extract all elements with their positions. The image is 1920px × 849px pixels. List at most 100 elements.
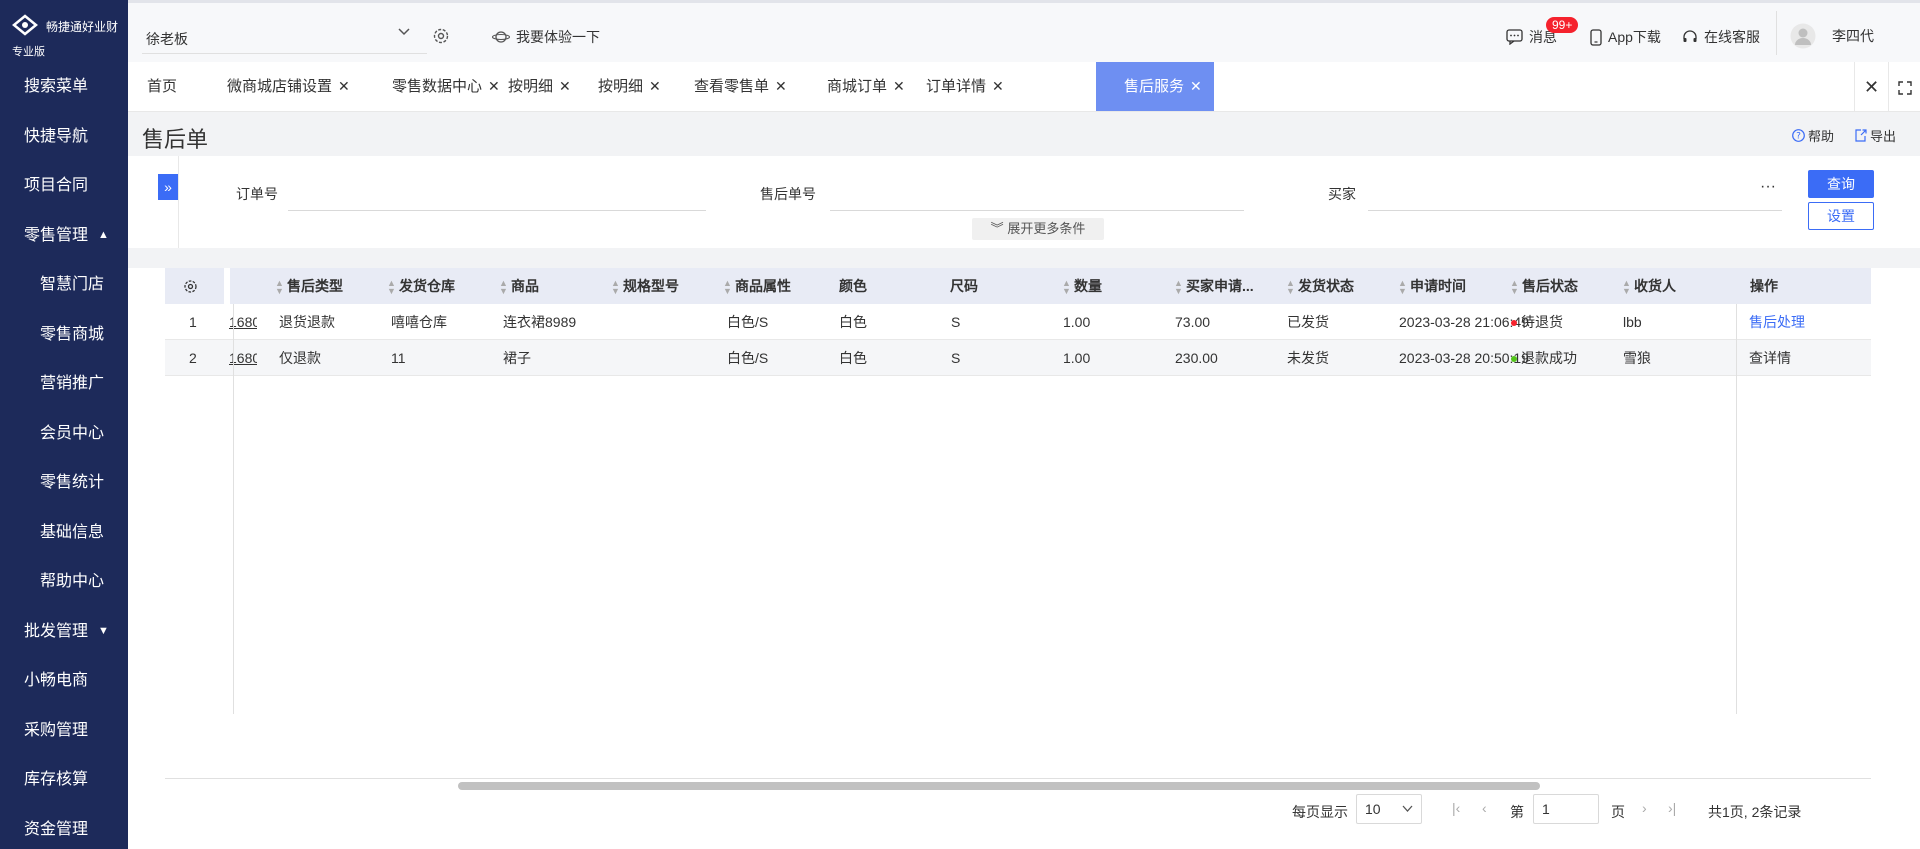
sidebar-item-3[interactable]: 零售管理 ▲: [0, 211, 128, 261]
cell-idx: 2: [189, 350, 197, 366]
tab-5[interactable]: 查看零售单 ✕: [694, 62, 787, 111]
gear-icon[interactable]: [432, 27, 450, 45]
chevron-down-icon[interactable]: [398, 25, 410, 37]
page-size-select[interactable]: 10: [1356, 794, 1422, 824]
sidebar-item-14[interactable]: 库存核算: [0, 755, 128, 805]
tab-3[interactable]: 按明细 ✕: [508, 62, 571, 111]
column-header-7[interactable]: ▲ ▼ 数量: [1062, 268, 1102, 304]
after-sale-table: ▲ ▼ 售后类型 ▲ ▼ 发货仓库 ▲ ▼ 商品 ▲ ▼ 规格型号 ▲ ▼ 商品属性 颜色 尺码 ▲ ▼ 数量 ▲ ▼ 买家…: [128, 268, 1920, 849]
page-header: 售后单 ? 帮助 导出: [128, 112, 1920, 156]
app-download-button[interactable]: App下载: [1590, 27, 1661, 47]
close-icon[interactable]: ✕: [992, 78, 1004, 94]
expand-conditions-button[interactable]: ︾ 展开更多条件: [972, 218, 1104, 240]
sort-icon[interactable]: ▲ ▼: [1510, 279, 1519, 296]
avatar-icon: [1790, 23, 1816, 49]
sidebar-item-9[interactable]: 基础信息: [0, 508, 128, 558]
svg-text:?: ?: [1796, 132, 1801, 142]
tab-8[interactable]: 售后服务 ✕: [1096, 62, 1214, 111]
sort-icon[interactable]: ▲ ▼: [1286, 279, 1295, 296]
cell-action[interactable]: 查详情: [1749, 340, 1791, 376]
user-menu[interactable]: 李四代: [1790, 23, 1874, 49]
close-icon[interactable]: ✕: [559, 78, 571, 94]
cell-time: 2023-03-28 20:50:19: [1399, 350, 1529, 366]
table-row[interactable]: 2 1680 仅退款 11 裙子 白色/S 白色 S 1.00 230.00 未发货 2023-03-…: [165, 340, 1871, 376]
column-settings-icon[interactable]: [183, 279, 198, 294]
sort-icon[interactable]: ▲ ▼: [1174, 279, 1183, 296]
sort-icon[interactable]: ▲ ▼: [1398, 279, 1407, 296]
header-spacer: [224, 268, 230, 304]
close-icon[interactable]: ✕: [775, 78, 787, 94]
column-header-1[interactable]: ▲ ▼ 发货仓库: [387, 268, 455, 304]
tab-0[interactable]: 首页: [147, 62, 177, 111]
sort-icon[interactable]: ▲ ▼: [275, 279, 284, 296]
column-header-8[interactable]: ▲ ▼ 买家申请...: [1174, 268, 1254, 304]
column-header-4[interactable]: ▲ ▼ 商品属性: [723, 268, 791, 304]
page-number-input[interactable]: 1: [1533, 794, 1599, 824]
close-all-tabs-icon[interactable]: ✕: [1854, 62, 1888, 112]
column-header-3[interactable]: ▲ ▼ 规格型号: [611, 268, 679, 304]
fullscreen-icon[interactable]: [1888, 62, 1920, 112]
sort-icon[interactable]: ▲ ▼: [387, 279, 396, 296]
sort-icon[interactable]: ▲ ▼: [1062, 279, 1071, 296]
cell-color: 白色: [839, 314, 867, 330]
sidebar-item-10[interactable]: 帮助中心: [0, 557, 128, 607]
tab-4[interactable]: 按明细 ✕: [598, 62, 661, 111]
sidebar-item-12[interactable]: 小畅电商: [0, 656, 128, 706]
cell-action[interactable]: 售后处理: [1749, 304, 1805, 340]
sidebar-item-5[interactable]: 零售商城: [0, 310, 128, 360]
after-sale-no-input[interactable]: [830, 210, 1244, 211]
planet-icon: [492, 31, 510, 43]
close-icon[interactable]: ✕: [338, 78, 350, 94]
sidebar-item-11[interactable]: 批发管理 ▼: [0, 607, 128, 657]
tab-6[interactable]: 商城订单 ✕: [827, 62, 905, 111]
buyer-input[interactable]: [1368, 210, 1782, 211]
column-header-5[interactable]: 颜色: [839, 268, 867, 304]
online-service-button[interactable]: 在线客服: [1682, 27, 1760, 47]
close-icon[interactable]: ✕: [1190, 78, 1202, 94]
page-size-value: 10: [1365, 801, 1381, 817]
query-button[interactable]: 查询: [1808, 170, 1874, 198]
close-icon[interactable]: ✕: [893, 78, 905, 94]
first-page-icon[interactable]: |‹: [1452, 800, 1460, 816]
sort-icon[interactable]: ▲ ▼: [611, 279, 620, 296]
sidebar-item-13[interactable]: 采购管理: [0, 706, 128, 756]
double-chevron-right-icon[interactable]: »: [158, 174, 178, 200]
sidebar-item-6[interactable]: 营销推广: [0, 359, 128, 409]
last-page-icon[interactable]: ›|: [1668, 800, 1676, 816]
sidebar-item-0[interactable]: 搜索菜单: [0, 62, 128, 112]
sidebar-item-8[interactable]: 零售统计: [0, 458, 128, 508]
close-icon[interactable]: ✕: [649, 78, 661, 94]
cell-qty: 1.00: [1063, 350, 1091, 366]
sidebar-item-2[interactable]: 项目合同: [0, 161, 128, 211]
sort-icon[interactable]: ▲ ▼: [723, 279, 732, 296]
tab-1[interactable]: 微商城店铺设置 ✕: [227, 62, 350, 111]
order-no-input[interactable]: [288, 210, 706, 211]
sidebar-item-4[interactable]: 智慧门店: [0, 260, 128, 310]
sort-icon[interactable]: ▲ ▼: [1622, 279, 1631, 296]
settings-button[interactable]: 设置: [1808, 202, 1874, 230]
try-experience-link[interactable]: 我要体验一下: [492, 27, 600, 47]
column-header-0[interactable]: ▲ ▼ 售后类型: [275, 268, 343, 304]
sidebar-item-1[interactable]: 快捷导航: [0, 112, 128, 162]
column-header-12[interactable]: ▲ ▼ 收货人: [1622, 268, 1676, 304]
export-link[interactable]: 导出: [1854, 126, 1896, 145]
column-header-2[interactable]: ▲ ▼ 商品: [499, 268, 539, 304]
close-icon[interactable]: ✕: [488, 78, 500, 94]
column-header-11[interactable]: ▲ ▼ 售后状态: [1510, 268, 1578, 304]
next-page-icon[interactable]: ›: [1642, 800, 1647, 816]
sort-icon[interactable]: ▲ ▼: [499, 279, 508, 296]
tab-2[interactable]: 零售数据中心 ✕: [392, 62, 500, 111]
column-header-13[interactable]: 操作: [1750, 268, 1778, 304]
horizontal-scrollbar-thumb[interactable]: [458, 782, 1540, 790]
prev-page-icon[interactable]: ‹: [1482, 800, 1487, 816]
sidebar-item-7[interactable]: 会员中心: [0, 409, 128, 459]
table-row[interactable]: 1 1680 退货退款 嘻嘻仓库 连衣裙8989 白色/S 白色 S 1.00 73.00 已发货 2…: [165, 304, 1871, 340]
more-options-icon[interactable]: ···: [1760, 178, 1776, 196]
company-selector[interactable]: 徐老板: [146, 29, 188, 49]
column-header-9[interactable]: ▲ ▼ 发货状态: [1286, 268, 1354, 304]
column-header-10[interactable]: ▲ ▼ 申请时间: [1398, 268, 1466, 304]
sidebar-item-15[interactable]: 资金管理: [0, 805, 128, 849]
help-link[interactable]: ? 帮助: [1792, 126, 1834, 145]
tab-7[interactable]: 订单详情 ✕: [926, 62, 1004, 111]
column-header-6[interactable]: 尺码: [950, 268, 978, 304]
